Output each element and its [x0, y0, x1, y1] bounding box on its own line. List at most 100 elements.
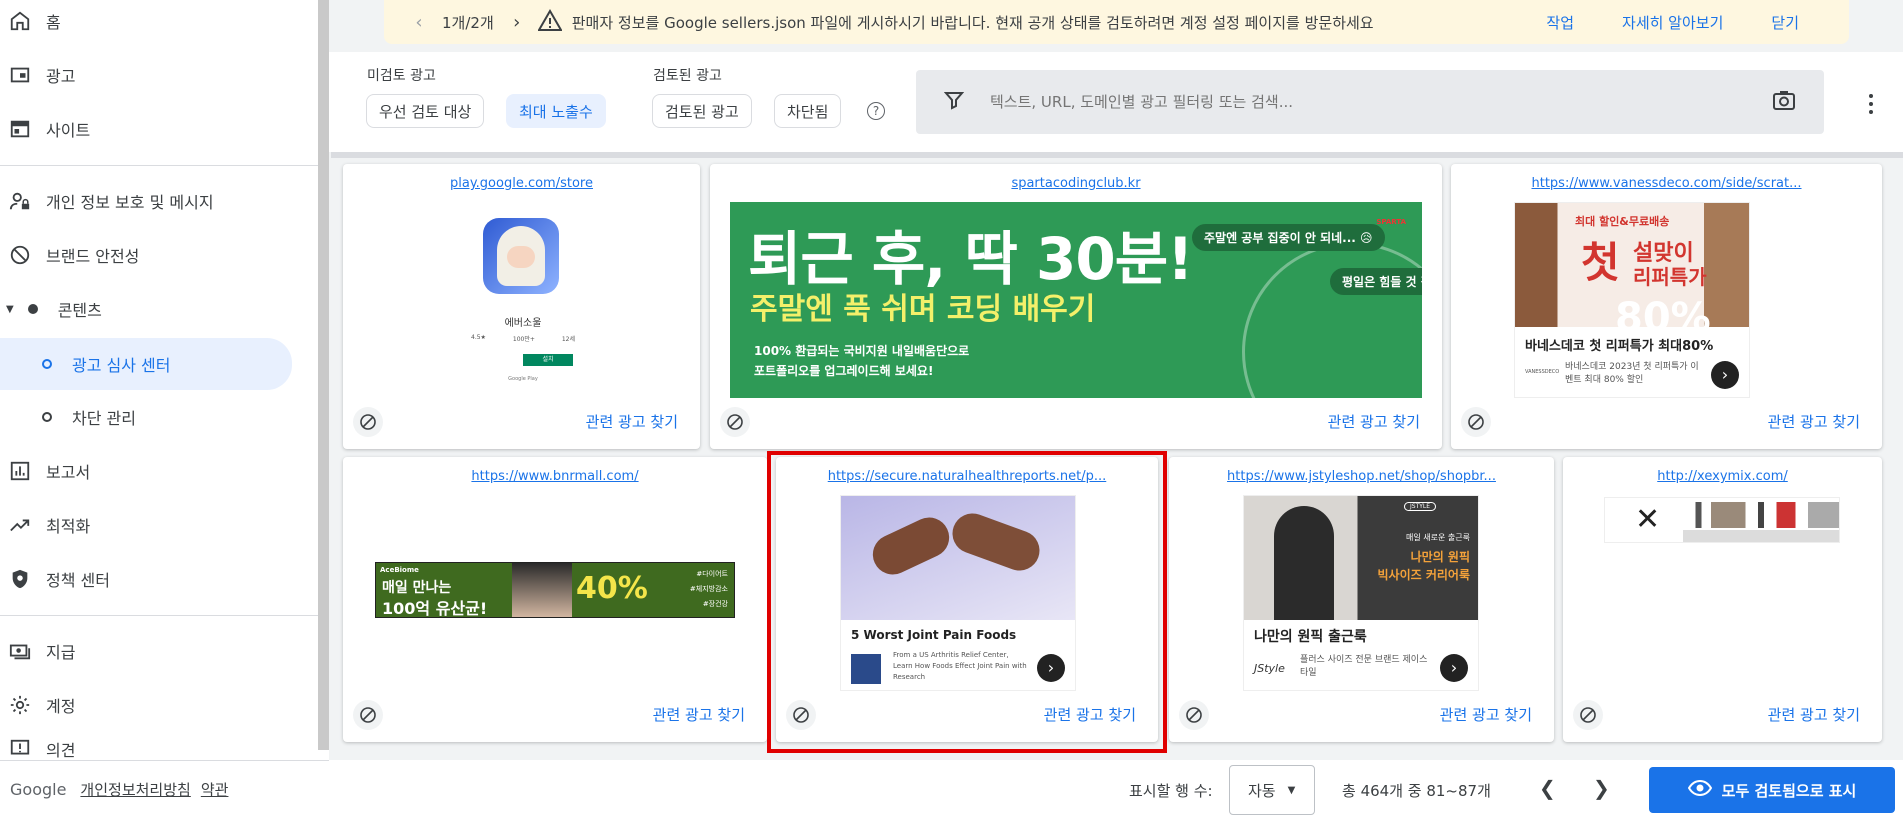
- ads-icon: [8, 63, 32, 87]
- more-options-icon[interactable]: [1859, 92, 1883, 116]
- brand-x-icon: ✕: [1635, 502, 1661, 537]
- sidebar-item-label: 콘텐츠: [57, 301, 102, 320]
- find-related-ads-link[interactable]: 관련 광고 찾기: [1768, 411, 1860, 432]
- block-ad-button[interactable]: [1461, 407, 1491, 437]
- ad-url-link[interactable]: http://xexymix.com/: [1563, 469, 1882, 484]
- camera-icon[interactable]: [1772, 89, 1796, 115]
- block-ad-button[interactable]: [720, 407, 750, 437]
- sidebar-item-account[interactable]: 계정: [0, 680, 300, 730]
- eye-icon: [1687, 779, 1722, 800]
- app-rating: 4.5★: [471, 334, 486, 341]
- rows-per-page-label: 표시할 행 수:: [1129, 782, 1213, 800]
- ad-url-link[interactable]: https://www.vanessdeco.com/side/scrat...: [1451, 176, 1882, 191]
- warning-icon: [537, 9, 563, 35]
- search-box: [916, 70, 1824, 134]
- ad-creative-xexymix[interactable]: ✕: [1604, 497, 1840, 543]
- banner-learn-more-link[interactable]: 자세히 알아보기: [1622, 12, 1723, 33]
- rows-per-page-select[interactable]: 자동 ▼: [1229, 765, 1315, 815]
- help-icon[interactable]: ?: [867, 102, 885, 120]
- ad-card[interactable]: https://www.vanessdeco.com/side/scrat...…: [1451, 164, 1882, 449]
- home-icon: [8, 9, 32, 33]
- sidebar-item-home[interactable]: 홈: [0, 0, 300, 46]
- ad-card[interactable]: spartacodingclub.kr 퇴근 후, 딱 30분! 주말엔 푹 쉬…: [710, 164, 1442, 449]
- speech-bubble: 주말엔 공부 집중이 안 되네... 😥: [1192, 224, 1385, 251]
- terms-link[interactable]: 약관: [201, 779, 229, 800]
- pagination-range: 총 464개 중 81~87개: [1342, 782, 1491, 800]
- creative-line: 빅사이즈 커리어룩: [1377, 568, 1471, 582]
- grid-scroll-edge: [331, 152, 1903, 158]
- ad-creative-vaness[interactable]: 최대 할인&무료배송 첫 설맞이 리퍼특가 80% 바네스데코 첫 리퍼특가 최…: [1514, 202, 1750, 398]
- ad-url-link[interactable]: spartacodingclub.kr: [710, 176, 1442, 191]
- mark-all-reviewed-button[interactable]: 모두 검토됨으로 표시: [1649, 767, 1895, 813]
- sidebar-item-ad-review-center[interactable]: 광고 심사 센터: [0, 338, 292, 390]
- find-related-ads-link[interactable]: 관련 광고 찾기: [653, 704, 745, 725]
- sidebar-item-block-management[interactable]: 차단 관리: [0, 392, 300, 442]
- ad-url-link[interactable]: https://www.jstyleshop.net/shop/shopbr..…: [1169, 469, 1554, 484]
- sidebar-item-payments[interactable]: 지급: [0, 626, 300, 676]
- chip-reviewed-ads[interactable]: 검토된 광고: [652, 94, 752, 128]
- banner-close-button[interactable]: 닫기: [1771, 12, 1799, 33]
- filter-icon[interactable]: [943, 90, 965, 114]
- find-related-ads-link[interactable]: 관련 광고 찾기: [1440, 704, 1532, 725]
- caret-down-icon: ▼: [6, 303, 14, 315]
- banner-action-button[interactable]: 작업: [1546, 12, 1574, 33]
- find-related-ads-link[interactable]: 관련 광고 찾기: [586, 411, 678, 432]
- block-ad-button[interactable]: [1179, 700, 1209, 730]
- sidebar-item-label: 광고 심사 센터: [72, 356, 171, 375]
- sidebar-scrollbar[interactable]: [318, 0, 329, 750]
- notification-banner: ‹ 1개/2개 › 판매자 정보를 Google sellers.json 파일…: [384, 0, 1849, 44]
- block-ad-button[interactable]: [1573, 700, 1603, 730]
- chip-priority-review[interactable]: 우선 검토 대상: [366, 94, 485, 128]
- ad-creative-sparta[interactable]: 퇴근 후, 딱 30분! 주말엔 푹 쉬며 코딩 배우기 100% 환급되는 국…: [730, 202, 1422, 398]
- ad-creative-bnr[interactable]: AceBiome 매일 만나는 100억 유산균! 40% #다이어트 #체지방…: [375, 562, 735, 618]
- sidebar: 홈 광고 사이트 개인 정보 보호 및 메시지 브랜드 안전성 ▼ 콘텐츠 광고…: [0, 0, 329, 817]
- trending-up-icon: [8, 513, 32, 537]
- chevron-right-icon: ›: [1711, 361, 1739, 389]
- block-ad-button[interactable]: [353, 700, 383, 730]
- sidebar-item-label: 보고서: [46, 463, 91, 482]
- gear-icon: [8, 693, 32, 717]
- ad-card[interactable]: https://www.jstyleshop.net/shop/shopbr..…: [1169, 457, 1554, 742]
- circle-icon: [42, 359, 52, 369]
- chevron-right-icon[interactable]: ❯: [1593, 776, 1610, 800]
- circle-icon: [42, 412, 52, 422]
- ad-card[interactable]: play.google.com/store 에버소울 4.5★ 100만+ 12…: [343, 164, 700, 449]
- sidebar-item-policy-center[interactable]: 정책 센터: [0, 554, 300, 604]
- chip-max-impressions[interactable]: 최대 노출수: [506, 94, 606, 128]
- chevron-left-icon[interactable]: ❮: [1539, 776, 1556, 800]
- block-ad-button[interactable]: [353, 407, 383, 437]
- sidebar-item-sites[interactable]: 사이트: [0, 104, 300, 154]
- search-input[interactable]: [990, 93, 1772, 111]
- sidebar-item-ads[interactable]: 광고: [0, 50, 300, 100]
- find-related-ads-link[interactable]: 관련 광고 찾기: [1328, 411, 1420, 432]
- sidebar-item-reports[interactable]: 보고서: [0, 446, 300, 496]
- creative-tag: #장건강: [702, 600, 728, 608]
- creative-big-text: 첫: [1581, 238, 1620, 287]
- sidebar-item-optimization[interactable]: 최적화: [0, 500, 300, 550]
- ad-creative-play[interactable]: 에버소울 4.5★ 100만+ 12세 설치 Google Play: [453, 214, 593, 399]
- ad-card[interactable]: http://xexymix.com/ ✕ 관련 광고 찾기: [1563, 457, 1882, 742]
- sidebar-item-brand-safety[interactable]: 브랜드 안전성: [0, 230, 300, 280]
- sidebar-item-label: 의견: [46, 741, 76, 760]
- sidebar-item-content[interactable]: ▼ 콘텐츠: [0, 284, 300, 334]
- ad-creative-jstyle[interactable]: JSTYLE 매일 새로운 출근룩 나만의 원픽 빅사이즈 커리어룩 나만의 원…: [1243, 495, 1479, 691]
- sites-icon: [8, 117, 32, 141]
- play-install-button: 설치: [523, 354, 573, 366]
- ad-url-link[interactable]: https://www.bnrmall.com/: [343, 469, 767, 484]
- creative-subhead: 주말엔 푹 쉬며 코딩 배우기: [750, 292, 1096, 327]
- ad-url-link[interactable]: play.google.com/store: [343, 176, 700, 191]
- chevron-left-icon[interactable]: ‹: [404, 12, 434, 33]
- block-icon: [8, 243, 32, 267]
- feedback-icon: [8, 737, 32, 761]
- sidebar-item-privacy[interactable]: 개인 정보 보호 및 메시지: [0, 176, 300, 226]
- creative-text: 100억 유산균!: [382, 599, 488, 618]
- find-related-ads-link[interactable]: 관련 광고 찾기: [1768, 704, 1860, 725]
- chip-blocked[interactable]: 차단됨: [774, 94, 842, 128]
- ad-card[interactable]: https://www.bnrmall.com/ AceBiome 매일 만나는…: [343, 457, 767, 742]
- app-name: 에버소울: [504, 318, 542, 329]
- creative-desc: 플러스 사이즈 전문 브랜드 제이스타일: [1300, 655, 1428, 678]
- creative-tag: #체지방감소: [689, 585, 728, 593]
- privacy-link[interactable]: 개인정보처리방침: [80, 779, 190, 800]
- brand-logo: SPARTA: [1376, 218, 1406, 226]
- chevron-right-icon[interactable]: ›: [502, 12, 532, 33]
